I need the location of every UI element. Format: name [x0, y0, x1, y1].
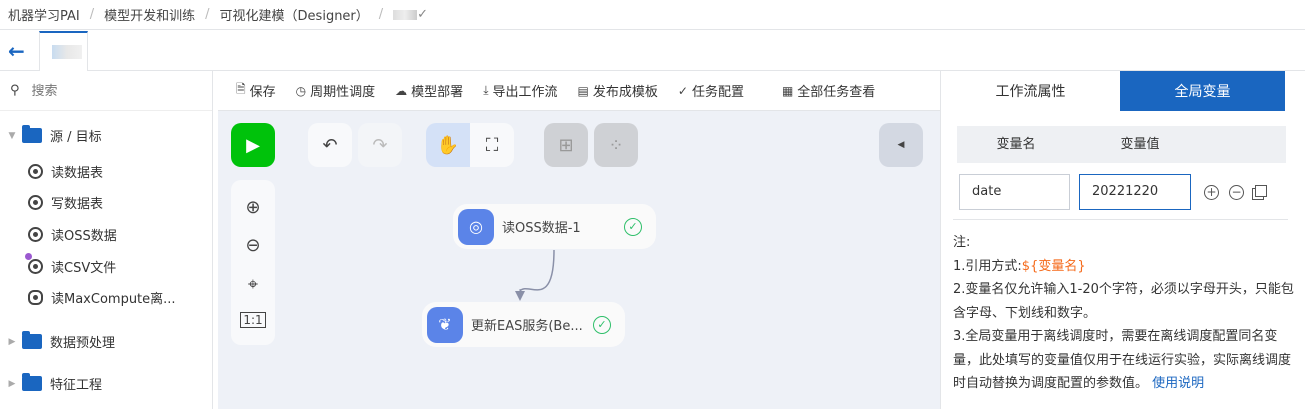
template-icon: ▤ — [577, 83, 589, 98]
task-config-button[interactable]: ✓ 任务配置 — [677, 81, 744, 101]
folder-icon — [22, 373, 42, 391]
cloud-upload-icon: ☁ — [395, 83, 408, 98]
variable-value-input[interactable]: 20221220 — [1079, 174, 1191, 210]
variable-name-input[interactable]: date — [959, 174, 1070, 210]
column-header: 变量值 — [1120, 137, 1160, 152]
folder-icon — [22, 331, 42, 349]
label: 模型部署 — [411, 85, 464, 100]
chevron-down-icon[interactable]: ✓ — [417, 7, 428, 22]
divider — [953, 219, 1288, 220]
breadcrumb: 机器学习PAI / 模型开发和训练 / 可视化建模（Designer） / ✓ — [0, 0, 1305, 30]
label: 发布成模板 — [592, 85, 658, 100]
remove-variable-icon[interactable]: − — [1229, 185, 1244, 200]
node-update-eas[interactable]: ❦ 更新EAS服务(Be... ✓ — [422, 302, 625, 347]
component-label: 读CSV文件 — [51, 261, 117, 276]
all-tasks-button[interactable]: ▦ 全部任务查看 — [781, 81, 876, 101]
tab-bar: ← — [0, 31, 1305, 71]
caret-right-icon: ▶ — [8, 378, 16, 389]
component-label: 读数据表 — [51, 166, 104, 181]
properties-panel: 工作流属性 全局变量 变量名 变量值 date 20221220 + − 注: … — [940, 71, 1305, 409]
add-variable-icon[interactable]: + — [1204, 185, 1219, 200]
breadcrumb-item[interactable]: 模型开发和训练 — [104, 5, 195, 24]
folder-label: 数据预处理 — [50, 336, 116, 351]
component-item[interactable]: 读数据表 — [0, 162, 212, 181]
folder-feature-engineering[interactable]: ▶ 特征工程 — [0, 373, 212, 393]
component-item[interactable]: 读MaxCompute离... — [0, 288, 212, 307]
usage-note: 注: 1.引用方式:${变量名} 2.变量名仅允许输入1-20个字符，必须以字母… — [953, 231, 1298, 396]
note-line: 3.全局变量用于离线调度时，需要在离线调度配置同名变量，此处填写的变量值仅用于在… — [953, 329, 1292, 391]
download-icon: ⤓ — [483, 83, 489, 97]
label: 全部任务查看 — [797, 85, 876, 100]
component-label: 写数据表 — [51, 197, 104, 212]
component-label: 读OSS数据 — [51, 229, 117, 244]
breadcrumb-item[interactable]: 可视化建模（Designer） — [220, 5, 369, 24]
success-check-icon: ✓ — [593, 315, 611, 334]
brain-icon: ❦ — [427, 306, 463, 343]
breadcrumb-item[interactable]: 机器学习PAI — [8, 5, 80, 24]
component-sidebar: ⚲ ▼ 源 / 目标 读数据表 写数据表 读OSS数据 读CSV文件 读MaxCo… — [0, 71, 213, 409]
clock-icon: ◷ — [295, 83, 307, 98]
calendar-icon: ▦ — [781, 83, 794, 98]
component-label: 读MaxCompute离... — [51, 292, 176, 307]
caret-right-icon: ▶ — [8, 336, 16, 347]
save-icon: 🗎 — [236, 82, 246, 96]
folder-source-target[interactable]: ▼ 源 / 目标 — [0, 125, 212, 145]
oss-icon: ◎ — [458, 208, 494, 245]
copy-icon[interactable] — [1255, 185, 1267, 197]
note-title: 注: — [953, 235, 971, 250]
back-arrow-icon[interactable]: ← — [8, 39, 25, 63]
save-button[interactable]: 🗎 保存 — [236, 80, 276, 101]
folder-icon — [22, 125, 42, 143]
usage-docs-link[interactable]: 使用说明 — [1152, 376, 1204, 391]
search-icon: ⚲ — [10, 83, 20, 98]
publish-template-button[interactable]: ▤ 发布成模板 — [577, 81, 658, 101]
label: 周期性调度 — [310, 85, 376, 100]
variable-table-header: 变量名 变量值 — [957, 126, 1286, 163]
variable-syntax: ${变量名} — [1021, 258, 1086, 274]
node-label: 读OSS数据-1 — [502, 221, 581, 236]
node-label: 更新EAS服务(Be... — [471, 319, 583, 334]
brain-icon — [28, 290, 43, 305]
success-check-icon: ✓ — [624, 217, 642, 236]
component-item[interactable]: 读OSS数据 — [0, 225, 212, 244]
search-input[interactable] — [31, 83, 192, 98]
component-icon — [28, 195, 43, 210]
component-item[interactable]: 写数据表 — [0, 193, 212, 212]
workflow-tab[interactable] — [39, 31, 88, 71]
caret-down-icon: ▼ — [8, 130, 16, 141]
workflow-name-redacted — [393, 9, 418, 20]
schedule-button[interactable]: ◷ 周期性调度 — [295, 81, 376, 101]
note-line: 1.引用方式: — [953, 258, 1022, 274]
workflow-canvas[interactable]: ▶ ↶ ↷ ✋ ⛶ ⊞ ⁘ ◀ ⊕ ⊖ ⌖ 1:1 ◎ 读OSS数据-1 ✓ ❦ 更新… — [218, 111, 940, 409]
check-circle-icon: ✓ — [677, 83, 688, 98]
canvas-toolbar: 🗎 保存 ◷ 周期性调度 ☁ 模型部署 ⤓ 导出工作流 ▤ 发布成模板 ✓ 任务配置 ▦ 全部… — [218, 71, 940, 111]
component-icon — [28, 227, 43, 242]
edge-connector — [515, 249, 555, 301]
folder-preprocessing[interactable]: ▶ 数据预处理 — [0, 331, 212, 351]
label: 保存 — [249, 85, 276, 100]
tab-global-variables[interactable]: 全局变量 — [1120, 71, 1285, 111]
component-icon — [28, 164, 43, 179]
label: 任务配置 — [691, 85, 744, 100]
export-button[interactable]: ⤓ 导出工作流 — [483, 81, 557, 100]
folder-label: 源 / 目标 — [50, 130, 102, 145]
tab-workflow-properties[interactable]: 工作流属性 — [941, 71, 1120, 111]
note-line: 2.变量名仅允许输入1-20个字符，必须以字母开头，只能包含字母、下划线和数字。 — [953, 282, 1294, 321]
deploy-button[interactable]: ☁ 模型部署 — [395, 81, 464, 101]
folder-label: 特征工程 — [50, 378, 103, 393]
label: 导出工作流 — [492, 85, 558, 100]
component-icon — [28, 259, 43, 274]
search-box: ⚲ — [0, 71, 212, 111]
component-item[interactable]: 读CSV文件 — [0, 253, 212, 276]
node-read-oss[interactable]: ◎ 读OSS数据-1 ✓ — [453, 204, 656, 249]
column-header: 变量名 — [996, 137, 1036, 152]
